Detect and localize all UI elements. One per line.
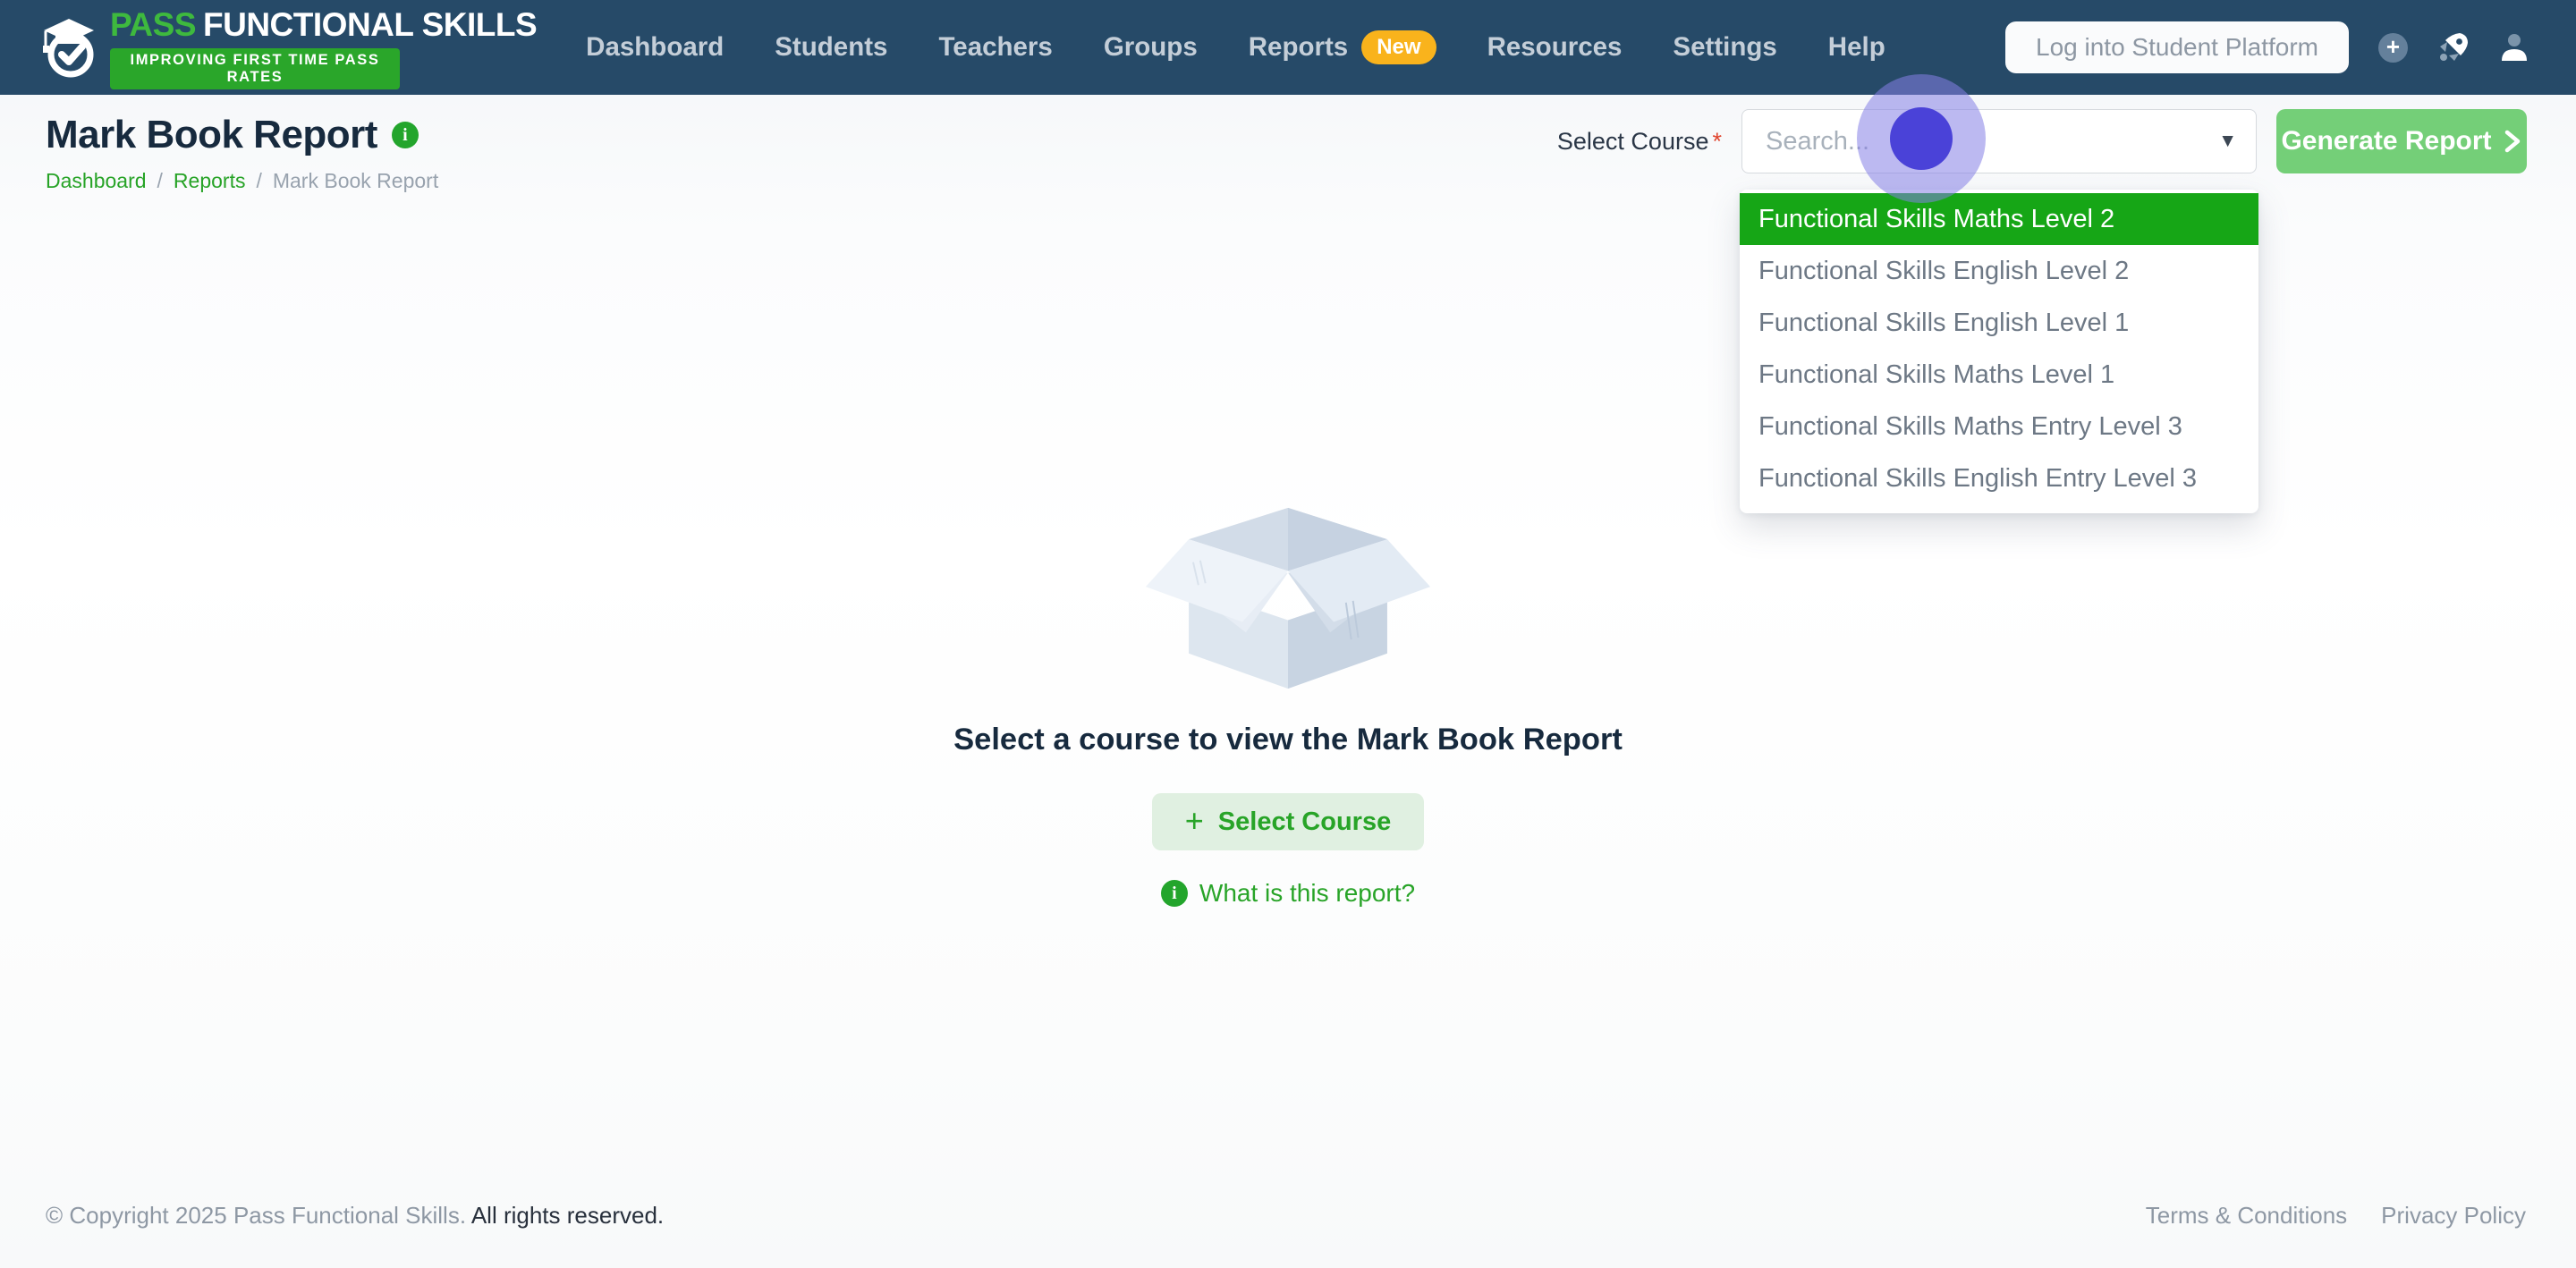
page-title: Mark Book Report bbox=[46, 113, 377, 156]
main-nav: Dashboard Students Teachers Groups Repor… bbox=[586, 30, 1885, 64]
breadcrumb-current: Mark Book Report bbox=[272, 169, 439, 192]
select-course-button[interactable]: + Select Course bbox=[1151, 793, 1425, 850]
course-search-input[interactable] bbox=[1741, 109, 2257, 173]
nav-item-settings[interactable]: Settings bbox=[1673, 32, 1776, 63]
course-select: ▼ Functional Skills Maths Level 2 Functi… bbox=[1740, 109, 2258, 513]
select-course-label: Select Course * bbox=[1556, 127, 1722, 155]
required-asterisk: * bbox=[1712, 127, 1722, 155]
empty-state: Select a course to view the Mark Book Re… bbox=[0, 499, 2576, 908]
nav-item-help[interactable]: Help bbox=[1828, 32, 1885, 63]
course-option[interactable]: Functional Skills Maths Level 1 bbox=[1740, 349, 2258, 401]
course-select-controls: Select Course* ▼ Functional Skills Maths… bbox=[1556, 109, 2527, 513]
info-icon: i bbox=[1160, 880, 1188, 907]
empty-state-heading: Select a course to view the Mark Book Re… bbox=[953, 723, 1623, 757]
breadcrumb-separator: / bbox=[157, 169, 163, 192]
nav-item-groups[interactable]: Groups bbox=[1104, 32, 1198, 63]
top-navbar: PASS FUNCTIONAL SKILLS IMPROVING FIRST TI… bbox=[0, 0, 2576, 95]
brand-logo[interactable]: PASS FUNCTIONAL SKILLS IMPROVING FIRST TI… bbox=[40, 5, 538, 89]
nav-item-students[interactable]: Students bbox=[775, 32, 887, 63]
plus-icon[interactable]: + bbox=[2378, 32, 2408, 63]
what-is-this-report-link[interactable]: i What is this report? bbox=[1160, 879, 1415, 908]
plus-icon: + bbox=[1184, 801, 1204, 839]
footer: © Copyright 2025 Pass Functional Skills.… bbox=[46, 1202, 2526, 1230]
generate-report-button[interactable]: Generate Report bbox=[2276, 109, 2527, 173]
mark-book-report-page: PASS FUNCTIONAL SKILLS IMPROVING FIRST TI… bbox=[0, 0, 2576, 1268]
brand-tagline: IMPROVING FIRST TIME PASS RATES bbox=[110, 47, 400, 89]
user-icon[interactable] bbox=[2499, 32, 2529, 63]
title-info-icon[interactable]: i bbox=[391, 122, 419, 148]
nav-item-reports[interactable]: Reports New bbox=[1249, 30, 1436, 64]
privacy-policy-link[interactable]: Privacy Policy bbox=[2381, 1202, 2526, 1230]
brand-name: PASS FUNCTIONAL SKILLS bbox=[110, 5, 538, 43]
terms-conditions-link[interactable]: Terms & Conditions bbox=[2146, 1202, 2347, 1230]
course-option[interactable]: Functional Skills Maths Entry Level 3 bbox=[1740, 401, 2258, 452]
chevron-right-icon bbox=[2503, 128, 2522, 155]
graduation-cap-check-icon bbox=[40, 13, 97, 81]
course-dropdown-menu: Functional Skills Maths Level 2 Function… bbox=[1740, 190, 2258, 513]
breadcrumb-dashboard[interactable]: Dashboard bbox=[46, 169, 147, 193]
rocket-icon[interactable] bbox=[2437, 31, 2470, 63]
breadcrumb-reports[interactable]: Reports bbox=[174, 169, 246, 193]
empty-box-illustration bbox=[1138, 499, 1438, 692]
nav-item-teachers[interactable]: Teachers bbox=[938, 32, 1052, 63]
copyright-text: © Copyright 2025 Pass Functional Skills.… bbox=[46, 1202, 665, 1229]
login-student-platform-button[interactable]: Log into Student Platform bbox=[2005, 21, 2349, 73]
course-option[interactable]: Functional Skills English Entry Level 3 bbox=[1740, 452, 2258, 504]
new-badge: New bbox=[1361, 30, 1436, 64]
nav-item-dashboard[interactable]: Dashboard bbox=[586, 32, 724, 63]
breadcrumb: Dashboard / Reports / Mark Book Report bbox=[46, 169, 438, 193]
nav-item-resources[interactable]: Resources bbox=[1487, 32, 1623, 63]
breadcrumb-separator: / bbox=[256, 169, 262, 192]
course-option[interactable]: Functional Skills English Level 2 bbox=[1740, 245, 2258, 297]
course-option[interactable]: Functional Skills Maths Level 2 bbox=[1740, 193, 2258, 245]
course-option[interactable]: Functional Skills English Level 1 bbox=[1740, 297, 2258, 349]
